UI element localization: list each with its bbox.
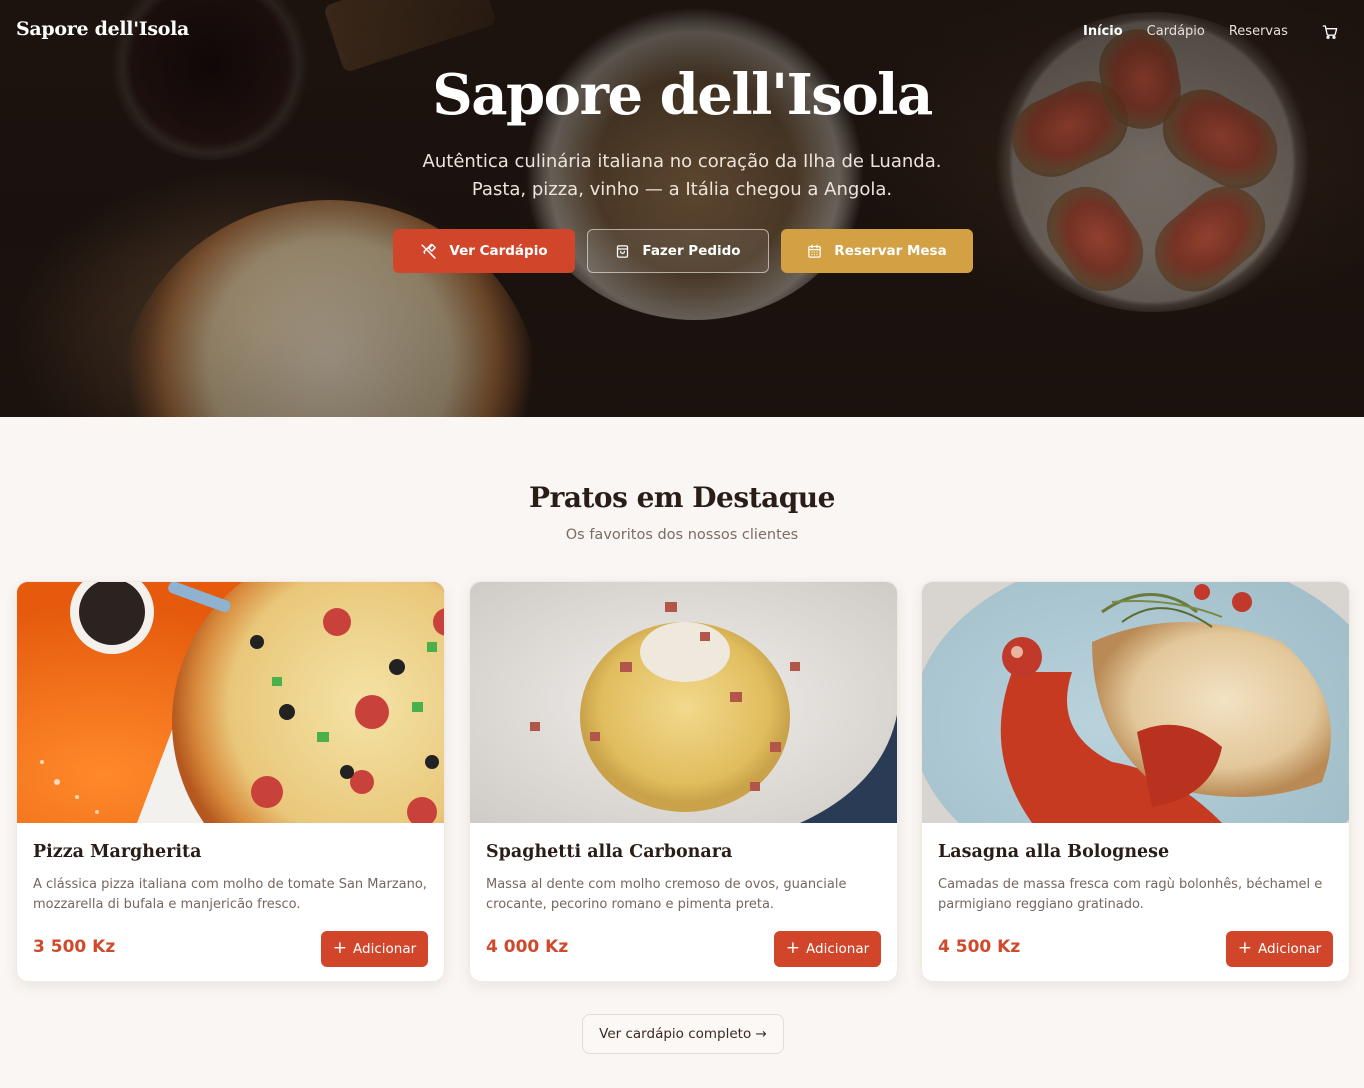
cart-icon <box>1322 25 1338 39</box>
dish-name: Spaghetti alla Carbonara <box>486 842 733 862</box>
dish-card-lasagna-bolognese: Lasagna alla Bolognese Camadas de massa … <box>921 581 1350 982</box>
dish-description: Camadas de massa fresca com ragù bolonhê… <box>938 877 1323 912</box>
dish-card-pizza-margherita: Pizza Margherita A clássica pizza italia… <box>16 581 445 982</box>
place-order-button[interactable]: Fazer Pedido <box>587 229 769 273</box>
nav-link-inicio[interactable]: Início <box>1083 24 1123 39</box>
hero-section: Sapore dell'Isola Início Cardápio Reserv… <box>0 0 1364 417</box>
view-menu-label: Ver Cardápio <box>449 243 548 259</box>
reserve-table-button[interactable]: Reservar Mesa <box>781 229 973 273</box>
dish-description: Massa al dente com molho cremoso de ovos… <box>486 877 847 912</box>
nav-link-cardapio[interactable]: Cardápio <box>1147 24 1205 39</box>
dish-price: 4 000 Kz <box>486 937 569 957</box>
hero-subtitle-line1: Autêntica culinária italiana no coração … <box>422 151 942 172</box>
nav-link-reservas[interactable]: Reservas <box>1229 24 1288 39</box>
dish-name: Lasagna alla Bolognese <box>938 842 1170 862</box>
hero-subtitle-line2: Pasta, pizza, vinho — a Itália chegou a … <box>471 179 893 200</box>
add-button-label: Adicionar <box>1258 941 1322 957</box>
plus-icon: + <box>332 937 348 958</box>
dish-image-carbonara <box>470 582 897 823</box>
plus-icon: + <box>1237 937 1253 958</box>
add-button-label: Adicionar <box>806 941 870 957</box>
add-to-cart-button[interactable]: + Adicionar <box>1226 931 1333 967</box>
add-button-label: Adicionar <box>353 941 417 957</box>
dish-image-pizza <box>17 582 444 823</box>
place-order-label: Fazer Pedido <box>642 243 741 259</box>
brand-logo[interactable]: Sapore dell'Isola <box>16 18 189 40</box>
add-to-cart-button[interactable]: + Adicionar <box>321 931 428 967</box>
dish-description: A clássica pizza italiana com molho de t… <box>33 877 427 912</box>
dish-name: Pizza Margherita <box>33 842 202 862</box>
reserve-table-label: Reservar Mesa <box>834 243 947 259</box>
top-navigation: Sapore dell'Isola Início Cardápio Reserv… <box>0 0 1364 64</box>
dish-price: 3 500 Kz <box>33 937 116 957</box>
featured-title: Pratos em Destaque <box>529 481 835 514</box>
dish-card-spaghetti-carbonara: Spaghetti alla Carbonara Massa al dente … <box>469 581 898 982</box>
calendar-icon <box>808 244 822 258</box>
plus-icon: + <box>785 937 801 958</box>
add-to-cart-button[interactable]: + Adicionar <box>774 931 881 967</box>
dish-price: 4 500 Kz <box>938 937 1021 957</box>
utensils-icon <box>421 243 437 259</box>
full-menu-button[interactable]: Ver cardápio completo → <box>582 1014 784 1054</box>
hero-title: Sapore dell'Isola <box>432 62 933 128</box>
nav-links: Início Cardápio Reservas <box>1083 24 1312 39</box>
dish-image-lasagna <box>922 582 1349 823</box>
shopping-bag-icon <box>617 244 629 258</box>
view-menu-button[interactable]: Ver Cardápio <box>393 229 575 273</box>
cart-button[interactable] <box>1320 22 1340 42</box>
featured-subtitle: Os favoritos dos nossos clientes <box>565 527 799 543</box>
